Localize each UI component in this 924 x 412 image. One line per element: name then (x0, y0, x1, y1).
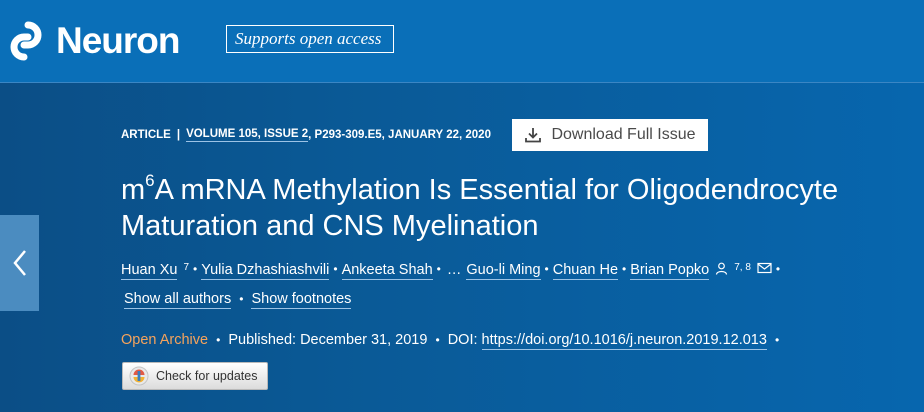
open-archive-label: Open Archive (121, 332, 209, 348)
article-type: ARTICLE (121, 129, 171, 141)
volume-issue-link[interactable]: VOLUME 105, ISSUE 2 (186, 128, 309, 142)
download-icon (525, 128, 542, 143)
author-link[interactable]: Huan Xu (121, 262, 178, 280)
check-updates-label: Check for updates (156, 369, 258, 383)
person-icon[interactable] (715, 262, 728, 275)
author-list: Huan Xu 7 • Yulia Dzhashiashvili • Ankee… (121, 262, 784, 280)
previous-article-button[interactable] (0, 215, 39, 311)
site-header: Neuron Supports open access (0, 0, 924, 83)
download-full-issue-button[interactable]: Download Full Issue (512, 119, 708, 151)
journal-logo[interactable]: Neuron (6, 18, 180, 64)
article-title: m6A mRNA Methylation Is Essential for Ol… (121, 172, 921, 244)
separator-dot: • (622, 262, 627, 276)
doi-label: DOI: (447, 332, 478, 348)
separator-dot: • (193, 262, 198, 276)
publication-info: Open Archive • Published: December 31, 2… (121, 332, 783, 350)
authors-ellipsis: … (446, 262, 462, 278)
author-link[interactable]: Chuan He (552, 262, 619, 280)
download-label: Download Full Issue (551, 126, 696, 143)
separator-dot: • (436, 262, 441, 276)
author-link[interactable]: Yulia Dzhashiashvili (201, 262, 330, 280)
show-all-authors-link[interactable]: Show all authors (124, 291, 232, 309)
neuron-logo-icon (10, 21, 42, 61)
journal-name: Neuron (56, 20, 180, 61)
show-footnotes-link[interactable]: Show footnotes (251, 291, 352, 309)
author-link[interactable]: Ankeeta Shah (341, 262, 433, 280)
separator-dot: • (333, 262, 338, 276)
mail-icon[interactable] (757, 262, 772, 274)
crossmark-icon (129, 366, 149, 386)
separator-dot: • (775, 262, 781, 276)
separator-dot: • (435, 333, 440, 347)
chevron-left-icon (12, 250, 26, 276)
title-superscript: 6 (145, 171, 155, 190)
check-for-updates-button[interactable]: Check for updates (122, 362, 268, 390)
author-link[interactable]: Guo-li Ming (466, 262, 541, 280)
separator-dot: • (544, 262, 549, 276)
separator-dot: • (216, 333, 221, 347)
title-prefix: m (121, 174, 146, 206)
title-rest: A mRNA Methylation Is Essential for Olig… (121, 174, 839, 242)
pages-date: , P293-309.E5, JANUARY 22, 2020 (308, 129, 491, 141)
author-options: Show all authors • Show footnotes (124, 291, 352, 309)
meta-separator: | (176, 129, 181, 141)
open-access-badge[interactable]: Supports open access (226, 25, 394, 53)
doi-link[interactable]: https://doi.org/10.1016/j.neuron.2019.12… (481, 332, 767, 350)
published-date: Published: December 31, 2019 (228, 332, 428, 348)
separator-dot: • (774, 333, 780, 347)
author-footnote[interactable]: 7, 8 (734, 262, 751, 273)
author-link[interactable]: Brian Popko (630, 262, 710, 280)
author-footnote[interactable]: 7 (183, 262, 189, 273)
separator-dot: • (239, 292, 244, 306)
article-meta: ARTICLE | VOLUME 105, ISSUE 2 , P293-309… (121, 128, 491, 142)
